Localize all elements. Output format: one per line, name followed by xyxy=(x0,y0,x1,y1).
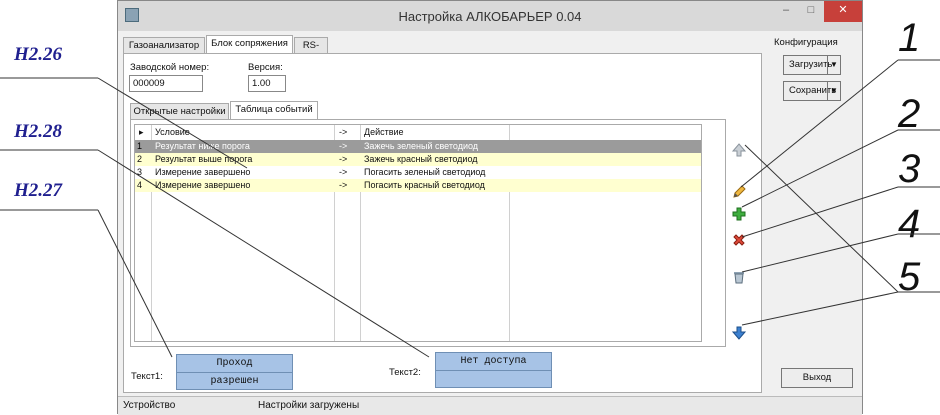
annotation-leader-lines xyxy=(0,59,940,358)
